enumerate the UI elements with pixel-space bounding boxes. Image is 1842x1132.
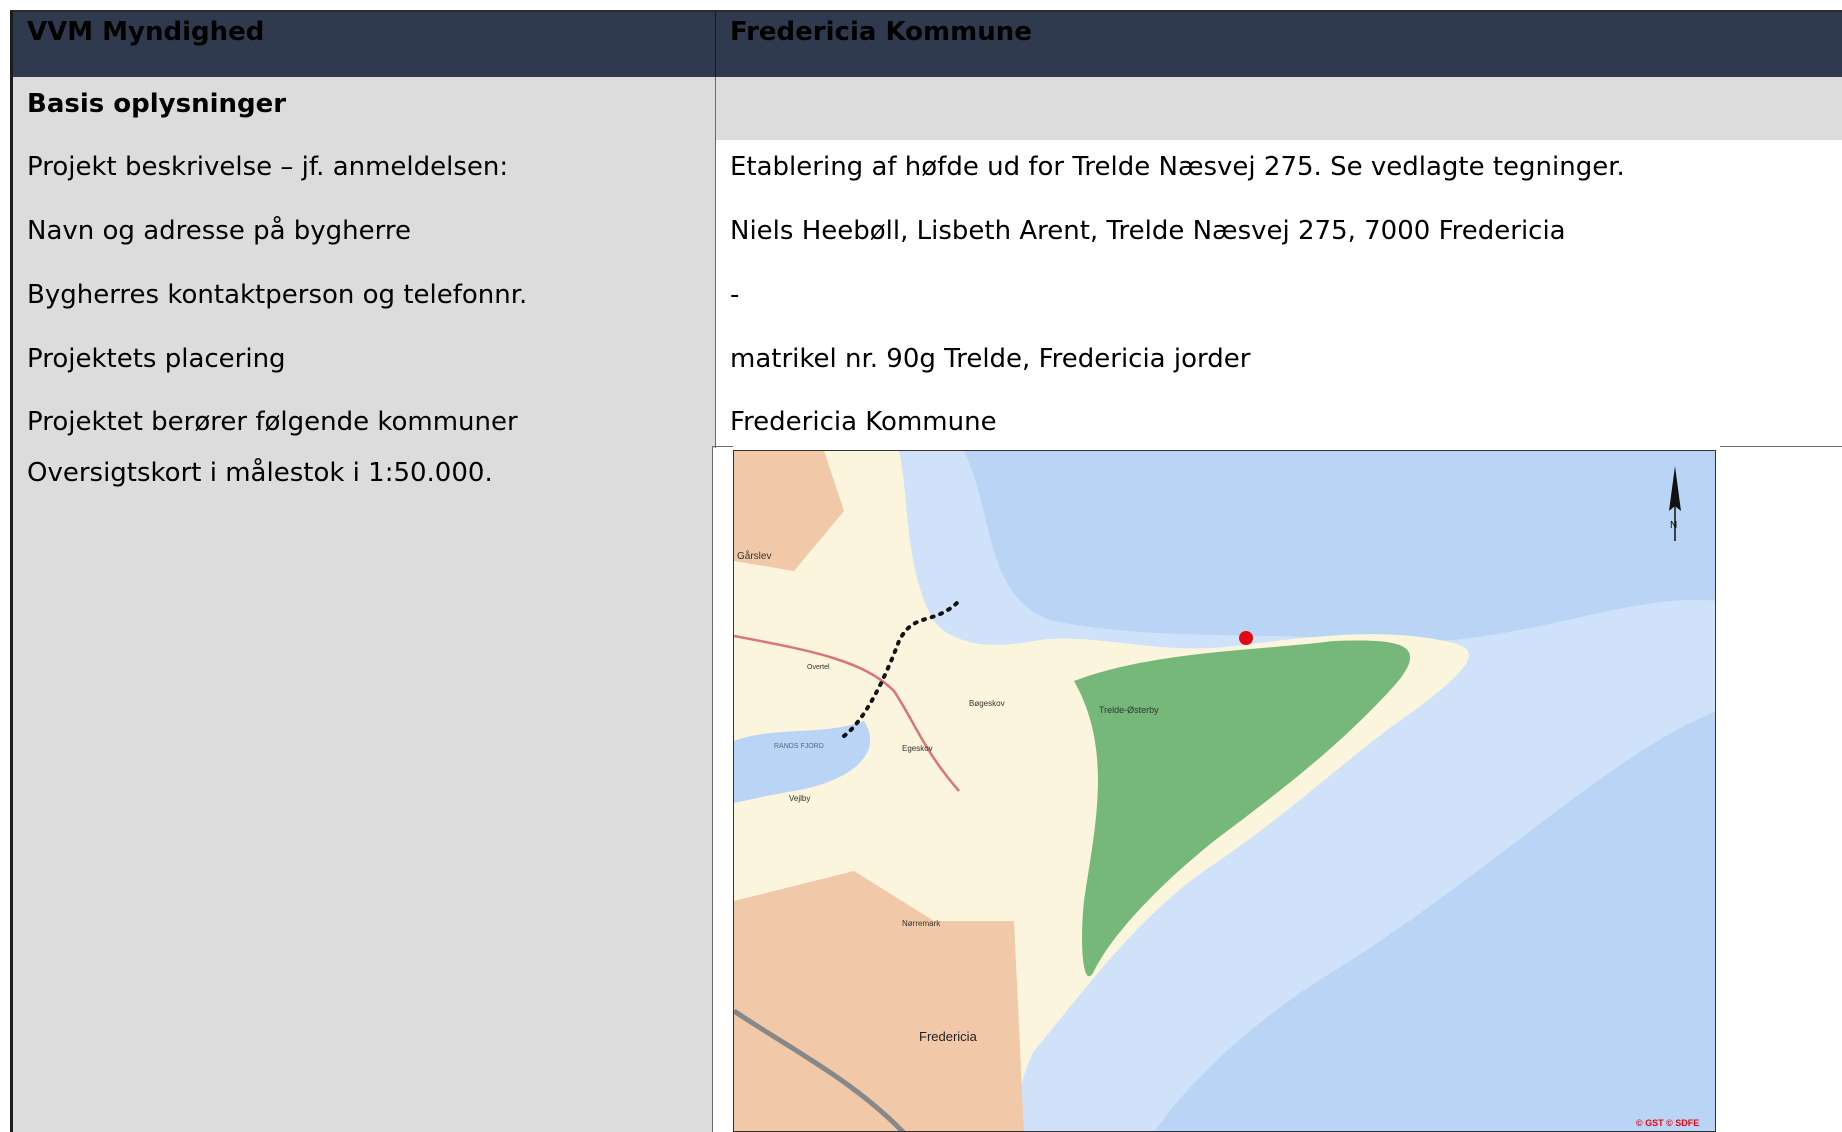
table-row: Projektet berører følgende kommuner Fred… (13, 395, 1842, 448)
document-page: VVM Myndighed Fredericia Kommune Basis o… (0, 0, 1842, 1132)
section-row: Basis oplysninger (13, 77, 1842, 141)
row-divider (1720, 446, 1842, 447)
row-label: Projektets placering (13, 332, 716, 395)
row-label: Projekt beskrivelse – jf. anmeldelsen: (13, 140, 716, 204)
row-value: Etablering af høfde ud for Trelde Næsvej… (716, 140, 1842, 204)
row-label: Projektet berører følgende kommuner (13, 395, 716, 448)
place-label: Nørremark (902, 919, 941, 928)
section-title: Basis oplysninger (13, 77, 716, 140)
overview-label-cell: Oversigtskort i målestok i 1:50.000. (10, 446, 713, 1132)
place-label: Overtel (807, 664, 830, 671)
row-value: Niels Heebøll, Lisbeth Arent, Trelde Næs… (716, 204, 1842, 268)
table-header-row: VVM Myndighed Fredericia Kommune (13, 12, 1842, 77)
place-label: Gårslev (737, 550, 771, 562)
map-svg: N Gårslev Fredericia Trelde-Østerby Eges… (734, 451, 1715, 1131)
overview-map: N Gårslev Fredericia Trelde-Østerby Eges… (733, 450, 1716, 1132)
table-row: Navn og adresse på bygherre Niels Heebøl… (13, 204, 1842, 269)
place-label: Fredericia (919, 1029, 978, 1044)
project-location-marker (1239, 631, 1253, 645)
header-authority-label: VVM Myndighed (13, 12, 716, 77)
place-label: RANDS FJORD (774, 743, 824, 750)
row-label: Navn og adresse på bygherre (13, 204, 716, 268)
place-label: Egeskov (902, 744, 933, 753)
row-label: Bygherres kontaktperson og telefonnr. (13, 268, 716, 332)
row-value: - (716, 268, 1842, 332)
map-copyright: © GST © SDFE (1636, 1118, 1699, 1128)
header-municipality: Fredericia Kommune (730, 17, 1032, 47)
table-row: Projektets placering matrikel nr. 90g Tr… (13, 332, 1842, 396)
north-label: N (1670, 520, 1677, 531)
table-row: Projekt beskrivelse – jf. anmeldelsen: E… (13, 140, 1842, 205)
place-label: Vejlby (789, 794, 810, 803)
table-row: Bygherres kontaktperson og telefonnr. - (13, 268, 1842, 333)
place-label: Trelde-Østerby (1099, 705, 1159, 715)
overview-label: Oversigtskort i målestok i 1:50.000. (27, 458, 493, 488)
section-empty-cell (716, 77, 1842, 140)
row-value: Fredericia Kommune (716, 395, 1842, 448)
place-label: Bøgeskov (969, 699, 1005, 708)
row-value: matrikel nr. 90g Trelde, Fredericia jord… (716, 332, 1842, 395)
